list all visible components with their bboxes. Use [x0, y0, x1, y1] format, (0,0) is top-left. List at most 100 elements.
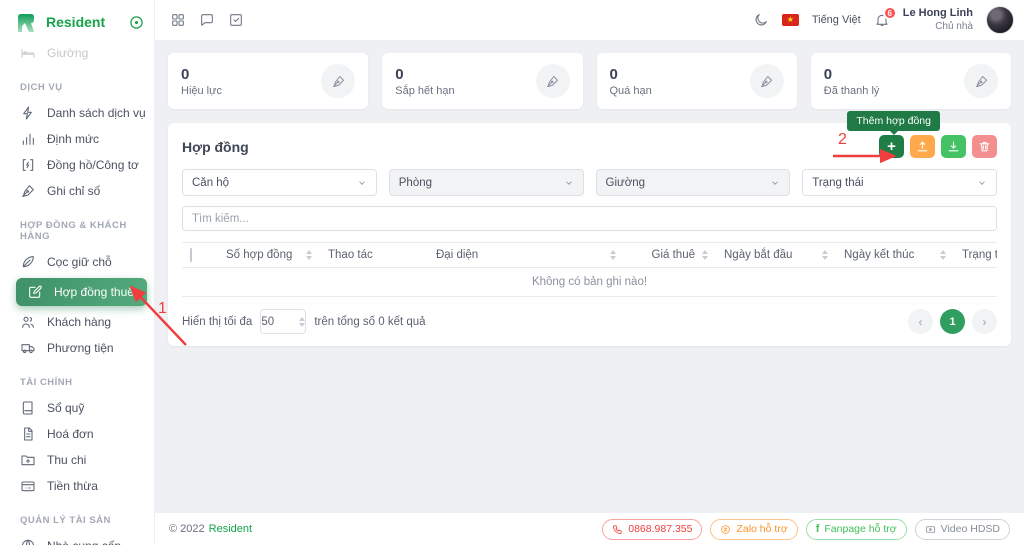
task-check-icon[interactable]: [228, 12, 244, 28]
language-selector[interactable]: Tiếng Việt: [812, 14, 861, 26]
sidebar-item-nha-cung-cap[interactable]: Nhà cung cấp: [0, 533, 154, 545]
bed-filter-select[interactable]: Giường: [596, 169, 791, 196]
folder-plus-icon: [20, 452, 36, 468]
sidebar-section-quan-ly-tai-san: QUẢN LÝ TÀI SẢN: [0, 499, 154, 533]
dark-mode-moon-icon[interactable]: [753, 12, 769, 28]
contracts-panel: Hợp đồng Thêm hợp đồng + Căn hộ Phòng Gi…: [168, 123, 1011, 346]
user-menu[interactable]: Le Hong Linh Chủ nhà: [903, 7, 973, 33]
sidebar-item-tien-thua[interactable]: Tiền thừa: [0, 473, 154, 499]
stat-value: 0: [610, 66, 652, 83]
sidebar: Resident Giường DỊCH VỤ Danh sách dịch v…: [0, 0, 155, 545]
apartment-filter-select[interactable]: Căn hộ: [182, 169, 377, 196]
zalo-support-button[interactable]: Zalo hỗ trợ: [710, 519, 797, 540]
bar-chart-icon: [20, 131, 36, 147]
next-page-button[interactable]: ›: [972, 309, 997, 334]
sort-icon[interactable]: [940, 250, 946, 260]
sidebar-item-label: Danh sách dịch vụ: [47, 106, 146, 120]
sidebar-section-hop-dong-khach-hang: HỢP ĐỒNG & KHÁCH HÀNG: [0, 204, 154, 249]
import-button[interactable]: [910, 135, 935, 158]
sidebar-item-label: Hoá đơn: [47, 427, 94, 441]
pen-nib-icon: [536, 64, 570, 98]
pen-nib-icon: [750, 64, 784, 98]
contracts-table: Số hợp đồng Thao tác Đại diện Giá thuê N…: [182, 242, 997, 297]
stat-label: Hiệu lực: [181, 85, 222, 97]
sidebar-item-label: Tiền thừa: [47, 479, 98, 493]
sidebar-item-danh-sach-dich-vu[interactable]: Danh sách dịch vụ: [0, 100, 154, 126]
export-button[interactable]: [941, 135, 966, 158]
stat-value: 0: [181, 66, 222, 83]
delete-button[interactable]: [972, 135, 997, 158]
main-content: 0 Hiệu lực 0 Sắp hết hạn 0 Quá hạn 0 Đã …: [155, 40, 1024, 513]
sidebar-item-so-quy[interactable]: Sổ quỹ: [0, 395, 154, 421]
sidebar-item-hop-dong-thue[interactable]: Hợp đồng thuê: [16, 278, 147, 306]
page-size-stepper[interactable]: 50: [260, 309, 306, 334]
sidebar-item-ghi-chi-so[interactable]: Ghi chỉ số: [0, 178, 154, 204]
stat-value: 0: [824, 66, 880, 83]
brand-name: Resident: [46, 14, 121, 30]
globe-icon: [20, 538, 36, 545]
sort-icon[interactable]: [702, 250, 708, 260]
user-role: Chủ nhà: [903, 21, 973, 34]
notifications-button[interactable]: 6: [874, 12, 890, 28]
sidebar-item-label: Nhà cung cấp: [47, 539, 121, 545]
select-value: Trạng thái: [812, 177, 863, 189]
current-page-button[interactable]: 1: [940, 309, 965, 334]
sidebar-item-label: Khách hàng: [47, 315, 111, 329]
panel-actions: +: [879, 135, 997, 158]
results-total-text: trên tổng số 0 kết quả: [314, 316, 425, 328]
footer-brand-link[interactable]: Resident: [209, 523, 252, 535]
facebook-icon: f: [816, 524, 820, 535]
pen-nib-icon: [20, 183, 36, 199]
search-input[interactable]: [182, 206, 997, 231]
stat-cards: 0 Hiệu lực 0 Sắp hết hạn 0 Quá hạn 0 Đã …: [168, 53, 1011, 109]
wallet-icon: [20, 478, 36, 494]
upload-icon: [916, 140, 929, 153]
sidebar-collapse-toggle-icon[interactable]: [129, 15, 144, 30]
sidebar-item-label: Đồng hồ/Công tơ: [47, 158, 139, 172]
sort-icon[interactable]: [610, 250, 616, 260]
apps-grid-icon[interactable]: [170, 12, 186, 28]
sidebar-item-coc-giu-cho[interactable]: Cọc giữ chỗ: [0, 249, 154, 275]
sidebar-item-thu-chi[interactable]: Thu chi: [0, 447, 154, 473]
video-guide-button[interactable]: Video HDSD: [915, 519, 1010, 540]
sidebar-item-phuong-tien[interactable]: Phương tiện: [0, 335, 154, 361]
truck-icon: [20, 340, 36, 356]
select-value: Căn hộ: [192, 177, 229, 189]
page-size-prefix: Hiển thị tối đa: [182, 316, 252, 328]
copyright-text: © 2022: [169, 523, 205, 535]
video-label: Video HDSD: [941, 523, 1000, 535]
vietnam-flag-icon: ★: [782, 14, 799, 26]
phone-support-button[interactable]: 0868.987.355: [602, 519, 702, 540]
sidebar-item-dinh-muc[interactable]: Định mức: [0, 126, 154, 152]
sidebar-item-khach-hang[interactable]: Khách hàng: [0, 309, 154, 335]
select-value: Giường: [606, 177, 646, 189]
bed-icon: [20, 45, 36, 61]
chevron-down-icon: [977, 178, 987, 188]
table-header-row: Số hợp đồng Thao tác Đại diện Giá thuê N…: [182, 243, 997, 268]
empty-state-text: Không có bản ghi nào!: [182, 268, 997, 297]
sidebar-item-hoa-don[interactable]: Hoá đơn: [0, 421, 154, 447]
stat-label: Quá hạn: [610, 85, 652, 97]
avatar[interactable]: [986, 6, 1014, 34]
empty-row: Không có bản ghi nào!: [182, 268, 997, 297]
room-filter-select[interactable]: Phòng: [389, 169, 584, 196]
sort-icon[interactable]: [306, 250, 312, 260]
fanpage-support-button[interactable]: f Fanpage hỗ trợ: [806, 519, 907, 540]
stepper-arrows-icon: [299, 317, 305, 327]
page-size-value: 50: [261, 316, 274, 328]
phone-number: 0868.987.355: [628, 523, 692, 535]
sidebar-item-dong-ho-cong-to[interactable]: Đồng hồ/Công tơ: [0, 152, 154, 178]
stat-card-hieu-luc: 0 Hiệu lực: [168, 53, 368, 109]
trash-icon: [978, 140, 991, 153]
prev-page-button[interactable]: ‹: [908, 309, 933, 334]
stat-value: 0: [395, 66, 454, 83]
status-filter-select[interactable]: Trạng thái: [802, 169, 997, 196]
add-contract-button[interactable]: +: [879, 135, 904, 158]
chevron-down-icon: [357, 178, 367, 188]
select-all-checkbox[interactable]: [190, 248, 192, 262]
pen-nib-icon: [964, 64, 998, 98]
chat-icon[interactable]: [199, 12, 215, 28]
invoice-icon: [20, 426, 36, 442]
sort-icon[interactable]: [822, 250, 828, 260]
chevron-down-icon: [564, 178, 574, 188]
